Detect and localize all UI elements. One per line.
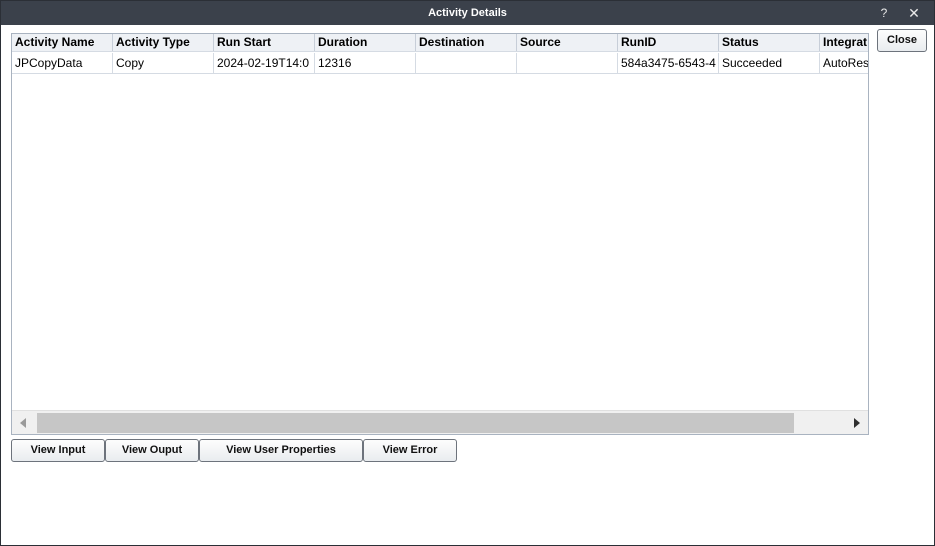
chevron-left-icon[interactable]: [12, 411, 34, 434]
dialog-title: Activity Details: [428, 7, 507, 19]
column-header-destination[interactable]: Destination: [416, 34, 517, 51]
view-error-button[interactable]: View Error: [363, 439, 457, 462]
view-input-button[interactable]: View Input: [11, 439, 105, 462]
cell-status[interactable]: Succeeded: [719, 53, 820, 73]
view-output-button[interactable]: View Ouput: [105, 439, 199, 462]
column-header-activity-type[interactable]: Activity Type: [113, 34, 214, 51]
cell-destination[interactable]: [416, 53, 517, 73]
horizontal-scrollbar[interactable]: [12, 410, 868, 434]
grid-header: Activity Name Activity Type Run Start Du…: [12, 34, 868, 52]
title-bar: Activity Details ? ✕: [1, 1, 934, 25]
cell-run-start[interactable]: 2024-02-19T14:0: [214, 53, 315, 73]
view-user-properties-button[interactable]: View User Properties: [199, 439, 363, 462]
column-header-run-id[interactable]: RunID: [618, 34, 719, 51]
cell-duration[interactable]: 12316: [315, 53, 416, 73]
column-header-activity-name[interactable]: Activity Name: [12, 34, 113, 51]
cell-source[interactable]: [517, 53, 618, 73]
scrollbar-thumb[interactable]: [37, 413, 794, 433]
column-header-status[interactable]: Status: [719, 34, 820, 51]
table-row[interactable]: JPCopyData Copy 2024-02-19T14:0 12316 58…: [12, 53, 868, 74]
column-header-source[interactable]: Source: [517, 34, 618, 51]
cell-run-id[interactable]: 584a3475-6543-4: [618, 53, 719, 73]
column-header-duration[interactable]: Duration: [315, 34, 416, 51]
chevron-right-icon[interactable]: [846, 411, 868, 434]
help-icon[interactable]: ?: [874, 3, 894, 23]
column-header-run-start[interactable]: Run Start: [214, 34, 315, 51]
close-button[interactable]: Close: [877, 29, 927, 52]
close-icon[interactable]: ✕: [904, 3, 924, 23]
activity-grid: Activity Name Activity Type Run Start Du…: [11, 33, 869, 435]
cell-activity-name[interactable]: JPCopyData: [12, 53, 113, 73]
cell-integration-runtime[interactable]: AutoRes: [820, 53, 868, 73]
activity-details-dialog: Activity Details ? ✕ Activity Name Activ…: [0, 0, 935, 546]
cell-activity-type[interactable]: Copy: [113, 53, 214, 73]
column-header-integration-runtime[interactable]: Integrat: [820, 34, 868, 51]
